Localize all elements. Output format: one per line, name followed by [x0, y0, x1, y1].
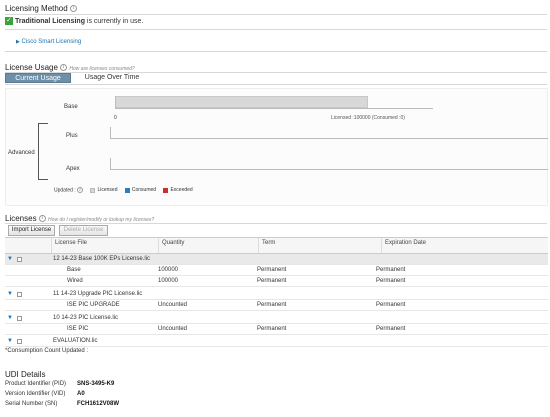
table-header: License File Quantity Term Expiration Da…	[5, 237, 548, 254]
chevron-down-icon[interactable]: ▼	[7, 336, 13, 347]
cell-expiration: Permanent	[376, 302, 406, 308]
table-row-group[interactable]: ▼ EVALUATION.lic	[5, 336, 548, 347]
table-row-group[interactable]: ▼ 12 14-23 Base 100K EPs License.lic	[5, 254, 548, 265]
chevron-down-icon[interactable]: ▼	[7, 254, 13, 265]
row-checkbox[interactable]	[17, 292, 22, 297]
udi-pid: Product Identifier (PID) SNS-3495-K9	[5, 381, 114, 387]
info-icon[interactable]: i	[77, 187, 84, 193]
legend-exceeded: Exceeded	[163, 187, 193, 193]
row-checkbox[interactable]	[17, 339, 22, 344]
usage-updated: Updated : i Licensed Consumed Exceeded	[54, 187, 193, 193]
chevron-down-icon[interactable]: ▼	[7, 289, 13, 300]
delete-license-button[interactable]: Delete License	[59, 225, 108, 236]
axis-tick	[115, 96, 116, 109]
cell-license-file: ISE PIC UPGRADE	[67, 302, 120, 308]
cell-term: Permanent	[257, 302, 287, 308]
column-term[interactable]: Term	[258, 238, 380, 253]
licensing-status: ✓ Traditional Licensing is currently in …	[5, 17, 143, 25]
udi-value: FCH1612V08W	[77, 401, 120, 407]
column-license-file[interactable]: License File	[51, 238, 161, 253]
legend-licensed: Licensed	[90, 187, 117, 193]
usage-row-apex: Apex	[66, 166, 80, 172]
udi-value: SNS-3495-K9	[77, 381, 115, 387]
table-row-group[interactable]: ▼ 11 14-23 Upgrade PIC License.lic	[5, 289, 548, 300]
license-usage-title: License Usage i How are licenses consume…	[5, 63, 135, 72]
divider	[5, 223, 547, 224]
updated-label: Updated :	[54, 187, 76, 194]
table-row-group[interactable]: ▼ 10 14-23 PIC License.lic	[5, 313, 548, 324]
column-expiration-date[interactable]: Expiration Date	[381, 238, 548, 253]
cell-expiration: Permanent	[376, 267, 406, 273]
cell-quantity: 100000	[158, 267, 179, 273]
cell-quantity: Uncounted	[158, 326, 188, 332]
cell-license-file: ISE PIC	[67, 326, 89, 332]
cell-term: Permanent	[257, 278, 287, 284]
status-text: is currently in use.	[84, 17, 144, 25]
udi-vid: Version Identifier (VID) A0	[5, 391, 85, 397]
cell-term: Permanent	[257, 326, 287, 332]
cell-quantity: 100000	[158, 278, 179, 284]
axis-plus	[110, 138, 548, 139]
licensed-bar-base	[115, 96, 368, 108]
udi-sn: Serial Number (SN) FCH1612V08W	[5, 401, 119, 407]
udi-label: Serial Number (SN)	[5, 401, 58, 407]
row-checkbox[interactable]	[17, 257, 22, 262]
cell-license-file: 12 14-23 Base 100K EPs License.lic	[53, 256, 151, 262]
usage-row-advanced: Advanced	[8, 150, 35, 156]
usage-row-base: Base	[64, 104, 78, 110]
cell-term: Permanent	[257, 267, 287, 273]
consumption-footnote: *Consumption Count Updated :	[5, 348, 89, 354]
chevron-down-icon[interactable]: ▼	[7, 313, 13, 324]
divider	[5, 84, 547, 85]
cell-license-file: Wired	[67, 278, 83, 284]
table-row: Wired 100000 Permanent Permanent	[5, 276, 548, 287]
column-quantity[interactable]: Quantity	[158, 238, 259, 253]
info-icon[interactable]: i	[38, 215, 46, 223]
table-row: ISE PIC Uncounted Permanent Permanent	[5, 324, 548, 335]
table-row: ISE PIC UPGRADE Uncounted Permanent Perm…	[5, 300, 548, 311]
caret-right-icon: ▶	[16, 39, 20, 45]
legend-swatch	[90, 187, 96, 193]
advanced-bracket	[38, 123, 48, 180]
cell-expiration: Permanent	[376, 278, 406, 284]
cell-quantity: Uncounted	[158, 302, 188, 308]
udi-value: A0	[77, 391, 85, 397]
row-checkbox[interactable]	[17, 316, 22, 321]
checkmark-icon: ✓	[5, 17, 13, 25]
legend-swatch	[163, 187, 169, 193]
licensing-method-title: Licensing Method i	[5, 4, 77, 13]
info-icon[interactable]: i	[60, 64, 68, 72]
cell-license-file: 10 14-23 PIC License.lic	[53, 315, 119, 321]
udi-label: Product Identifier (PID)	[5, 381, 67, 387]
udi-title: UDI Details	[5, 370, 46, 379]
tab-current-usage[interactable]: Current Usage	[5, 73, 71, 83]
tab-usage-over-time[interactable]: Usage Over Time	[84, 73, 140, 83]
table-row: Base 100000 Permanent Permanent	[5, 265, 548, 276]
usage-row-plus: Plus	[66, 133, 78, 139]
divider	[5, 51, 547, 52]
cell-license-file: EVALUATION.lic	[53, 338, 98, 344]
info-icon[interactable]: i	[69, 5, 77, 13]
cell-license-file: Base	[67, 267, 81, 273]
status-bold: Traditional Licensing	[14, 17, 85, 25]
cell-expiration: Permanent	[376, 326, 406, 332]
smart-licensing-toggle[interactable]: ▶ Cisco Smart Licensing	[16, 39, 81, 45]
licenses-title: Licenses i How do I register/modify or l…	[5, 214, 155, 223]
smart-licensing-link[interactable]: Cisco Smart Licensing	[22, 39, 82, 45]
cell-license-file: 11 14-23 Upgrade PIC License.lic	[53, 291, 143, 297]
udi-label: Version Identifier (VID)	[5, 391, 66, 397]
legend-consumed: Consumed	[124, 187, 156, 193]
divider	[5, 29, 547, 30]
divider	[5, 14, 547, 15]
legend-swatch	[124, 187, 130, 193]
import-license-button[interactable]: Import License	[8, 225, 55, 236]
axis-apex	[110, 169, 548, 170]
axis-base	[115, 108, 433, 109]
axis-zero-label: 0	[114, 115, 117, 121]
base-usage-note: Licensed :100000 (Consumed :0)	[331, 115, 405, 121]
